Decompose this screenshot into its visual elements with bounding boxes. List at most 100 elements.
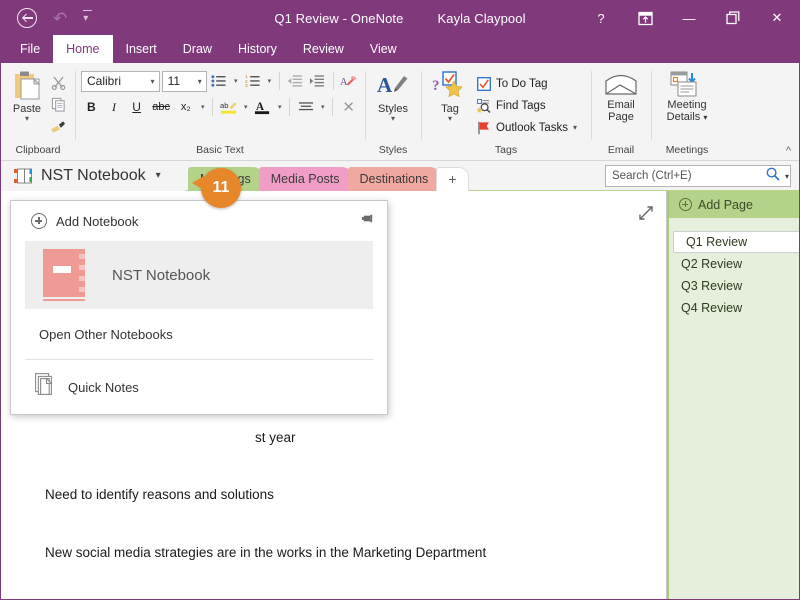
page-item-q2-review[interactable]: Q2 Review — [669, 253, 799, 275]
copy-icon[interactable] — [47, 94, 69, 114]
email-page-button[interactable]: Email Page — [597, 67, 645, 144]
add-page-button[interactable]: Add Page — [669, 191, 799, 218]
group-label-clipboard: Clipboard — [15, 144, 61, 156]
ribbon-group-meetings: Meeting Details ▾ Meetings — [651, 63, 723, 160]
remove-formatting-x-icon[interactable]: ✕ — [338, 96, 359, 118]
paste-caret-icon[interactable]: ▾ — [25, 115, 29, 123]
find-tags-item[interactable]: Find Tags — [477, 96, 577, 116]
clear-formatting-icon[interactable]: A — [339, 70, 359, 92]
tag-button[interactable]: ? Tag ▾ — [427, 67, 473, 144]
notebook-cover-icon — [43, 249, 88, 301]
restore-window-icon[interactable] — [711, 1, 755, 35]
ribbon-group-tags: ? Tag ▾ To Do Tag Find Tags Outlook Task… — [421, 63, 591, 160]
close-button[interactable]: ✕ — [755, 1, 799, 35]
strikethrough-button[interactable]: abc — [149, 96, 173, 118]
ribbon-display-options-icon[interactable] — [623, 1, 667, 35]
tag-caret-icon[interactable]: ▾ — [448, 115, 452, 123]
minimize-button[interactable]: — — [667, 1, 711, 35]
tab-home[interactable]: Home — [53, 35, 113, 63]
align-caret-icon[interactable]: ▾ — [318, 103, 327, 111]
ribbon-group-styles: A Styles ▾ Styles — [365, 63, 421, 160]
font-color-caret-icon[interactable]: ▾ — [275, 103, 284, 111]
bold-button[interactable]: B — [81, 96, 102, 118]
expand-diagonal-icon[interactable] — [638, 205, 654, 221]
outlook-tasks-caret-icon[interactable]: ▾ — [573, 123, 577, 132]
section-tab-media-posts[interactable]: Media Posts — [258, 166, 352, 191]
subscript-caret-icon[interactable]: ▾ — [198, 103, 207, 111]
pin-icon[interactable] — [360, 211, 375, 231]
add-notebook-row[interactable]: Add Notebook — [11, 201, 387, 241]
format-painter-icon[interactable] — [47, 116, 69, 136]
section-tab-destinations[interactable]: Destinations — [347, 166, 441, 191]
title-bar: ↶ ▾ Q1 Review - OneNote Kayla Claypool ?… — [1, 1, 799, 35]
tag-gallery-list: To Do Tag Find Tags Outlook Tasks ▾ — [473, 67, 577, 144]
align-icon[interactable] — [295, 96, 316, 118]
highlight-caret-icon[interactable]: ▾ — [241, 103, 250, 111]
page-item-q3-review[interactable]: Q3 Review — [669, 275, 799, 297]
chevron-down-icon: ▾ — [150, 76, 155, 86]
paste-button[interactable]: Paste ▾ — [7, 67, 47, 144]
collapse-ribbon-chevron-icon[interactable]: ^ — [786, 145, 791, 157]
to-do-tag-item[interactable]: To Do Tag — [477, 74, 577, 94]
notebook-bar: NST Notebook ▾ Meetings Media Posts Dest… — [1, 160, 799, 191]
tab-insert[interactable]: Insert — [113, 35, 170, 63]
back-arrow-circle-icon[interactable] — [17, 8, 37, 28]
meeting-details-label-line2: Details ▾ — [666, 111, 708, 123]
undo-icon[interactable]: ↶ — [53, 10, 67, 27]
chevron-down-icon: ▾ — [197, 76, 202, 86]
bullet-list-caret-icon[interactable]: ▾ — [231, 77, 240, 85]
svg-text:ab: ab — [220, 101, 228, 110]
email-page-label-line1: Email — [607, 99, 635, 111]
notebook-dropdown-button[interactable]: NST Notebook ▾ — [1, 160, 186, 191]
user-account-name[interactable]: Kayla Claypool — [437, 11, 525, 26]
bullet-list-icon[interactable] — [209, 70, 229, 92]
styles-button[interactable]: A Styles ▾ — [371, 67, 415, 144]
font-name-combobox[interactable]: Calibri ▾ — [81, 70, 160, 92]
page-list-spacer — [669, 218, 799, 231]
email-page-label-line2: Page — [608, 111, 634, 123]
open-other-notebooks-button[interactable]: Open Other Notebooks — [11, 309, 387, 359]
svg-text:A: A — [340, 76, 348, 87]
divider — [279, 72, 280, 90]
new-section-button[interactable]: + — [436, 166, 469, 191]
text-highlight-icon[interactable]: ab — [218, 96, 239, 118]
plus-circle-icon — [679, 198, 692, 211]
underline-button[interactable]: U — [126, 96, 147, 118]
tab-history[interactable]: History — [225, 35, 290, 63]
font-size-combobox[interactable]: 11 ▾ — [161, 70, 207, 92]
scissors-icon[interactable] — [47, 72, 69, 92]
step-number-badge: 11 — [192, 168, 241, 208]
onenote-window: ↶ ▾ Q1 Review - OneNote Kayla Claypool ?… — [0, 0, 800, 600]
italic-button[interactable]: I — [104, 96, 125, 118]
quick-notes-label: Quick Notes — [68, 379, 139, 395]
subscript-button[interactable]: x₂ — [175, 96, 196, 118]
outlook-tasks-item[interactable]: Outlook Tasks ▾ — [477, 118, 577, 138]
increase-indent-icon[interactable] — [307, 70, 327, 92]
search-box[interactable]: ▾ — [605, 165, 791, 187]
tab-view[interactable]: View — [357, 35, 410, 63]
customize-quick-access-toolbar-icon[interactable]: ▾ — [83, 10, 93, 24]
page-item-q4-review[interactable]: Q4 Review — [669, 297, 799, 319]
search-input[interactable] — [612, 170, 766, 182]
clipboard-small-buttons — [47, 67, 69, 144]
search-options-caret-icon[interactable]: ▾ — [785, 172, 789, 181]
font-color-icon[interactable]: A — [252, 96, 273, 118]
meeting-details-label-line1: Meeting — [667, 99, 707, 111]
divider — [332, 72, 334, 90]
decrease-indent-icon[interactable] — [285, 70, 305, 92]
group-label-email: Email — [607, 144, 635, 156]
styles-caret-icon[interactable]: ▾ — [391, 115, 395, 123]
meeting-details-button[interactable]: Meeting Details ▾ — [657, 67, 717, 144]
tab-file[interactable]: File — [7, 35, 53, 63]
tab-review[interactable]: Review — [290, 35, 357, 63]
help-button[interactable]: ? — [579, 1, 623, 35]
notebook-list-item-nst-notebook[interactable]: NST Notebook — [25, 241, 373, 309]
numbered-list-caret-icon[interactable]: ▾ — [265, 77, 274, 85]
page-item-q1-review[interactable]: Q1 Review — [673, 231, 799, 253]
search-icon[interactable] — [766, 167, 780, 186]
ribbon-group-clipboard: Paste ▾ Clipboard — [1, 63, 75, 160]
quick-notes-button[interactable]: Quick Notes — [11, 360, 387, 414]
note-text-block[interactable]: st year Need to identify reasons and sol… — [45, 389, 486, 599]
numbered-list-icon[interactable]: 1 2 3 — [242, 70, 262, 92]
tab-draw[interactable]: Draw — [170, 35, 225, 63]
